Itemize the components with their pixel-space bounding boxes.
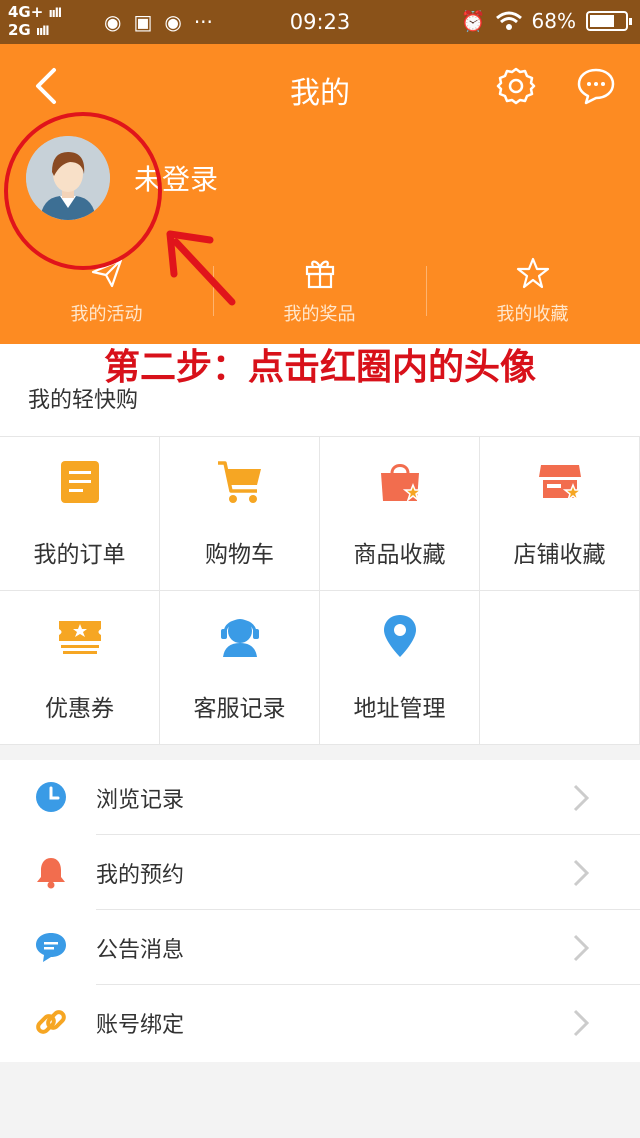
list-item-label: 账号绑定 <box>96 1013 185 1038</box>
list-item-label: 浏览记录 <box>96 788 185 813</box>
grid-item-cart[interactable]: 购物车 <box>160 437 320 591</box>
customer-service-icon <box>221 619 259 657</box>
grid-item-store-favorites[interactable]: 店铺收藏 <box>480 437 640 591</box>
grid-item-label: 购物车 <box>205 542 274 568</box>
grid-item-label: 我的订单 <box>33 542 126 568</box>
store-favorite-icon <box>539 465 584 503</box>
annotation-circle <box>4 112 162 270</box>
instruction-text: 第二步：点击红圈内的头像 <box>0 344 640 388</box>
gift-icon <box>305 260 334 289</box>
grid-item-orders[interactable]: 我的订单 <box>0 437 160 591</box>
grid-item-label: 地址管理 <box>353 696 446 722</box>
feature-grid: 我的订单 购物车 商品收藏 店铺收藏 优惠券 客服记录 地址管理 <box>0 436 640 745</box>
annotation-arrow-icon <box>166 230 236 306</box>
list-item-announcements[interactable]: 公告消息 <box>0 910 640 985</box>
grid-item-label: 商品收藏 <box>353 542 446 568</box>
message-icon <box>36 933 66 962</box>
grid-item-label: 优惠券 <box>45 696 114 722</box>
chevron-right-icon <box>573 859 590 887</box>
quick-link-label: 我的收藏 <box>496 304 569 325</box>
order-icon <box>61 461 99 503</box>
page-title: 我的 <box>290 76 350 111</box>
location-icon <box>384 615 416 657</box>
list-item-label: 公告消息 <box>96 938 185 963</box>
menu-list: 浏览记录 我的预约 公告消息 账号绑定 <box>0 760 640 1062</box>
bell-icon <box>37 858 65 889</box>
star-icon <box>516 257 549 289</box>
chevron-right-icon <box>573 934 590 962</box>
grid-item-address[interactable]: 地址管理 <box>320 591 480 745</box>
battery-icon <box>586 11 632 31</box>
link-icon <box>36 1010 66 1034</box>
chevron-right-icon <box>573 1009 590 1037</box>
list-item-account-binding[interactable]: 账号绑定 <box>0 985 640 1060</box>
grid-item-coupons[interactable]: 优惠券 <box>0 591 160 745</box>
section-title: 我的轻快购 <box>28 388 139 413</box>
quick-link-favorites[interactable]: 我的收藏 <box>426 256 639 342</box>
status-bar: 4G+ ııll 2G ııll ◉ ▣ ◉ ··· 09:23 ⏰ 68% <box>0 0 640 44</box>
chat-icon[interactable] <box>576 66 616 106</box>
grid-item-label: 店铺收藏 <box>513 542 606 568</box>
profile-header: 我的 未登录 我的活动 我的奖品 我的收藏 <box>0 44 640 344</box>
cart-icon <box>218 461 261 503</box>
list-item-label: 我的预约 <box>96 863 185 888</box>
wifi-icon <box>495 11 522 30</box>
alarm-icon: ⏰ <box>460 9 486 33</box>
clock-icon <box>36 782 66 812</box>
product-favorite-icon <box>381 464 424 503</box>
battery-percent: 68% <box>531 9 576 33</box>
grid-item-empty <box>480 591 640 745</box>
status-right: ⏰ 68% <box>460 9 632 33</box>
coupon-icon <box>59 621 101 654</box>
list-item-reservations[interactable]: 我的预约 <box>0 835 640 910</box>
grid-item-label: 客服记录 <box>193 696 286 722</box>
list-item-history[interactable]: 浏览记录 <box>0 760 640 835</box>
chevron-right-icon <box>573 784 590 812</box>
grid-item-product-favorites[interactable]: 商品收藏 <box>320 437 480 591</box>
grid-item-customer-service[interactable]: 客服记录 <box>160 591 320 745</box>
gear-icon[interactable] <box>496 66 536 106</box>
